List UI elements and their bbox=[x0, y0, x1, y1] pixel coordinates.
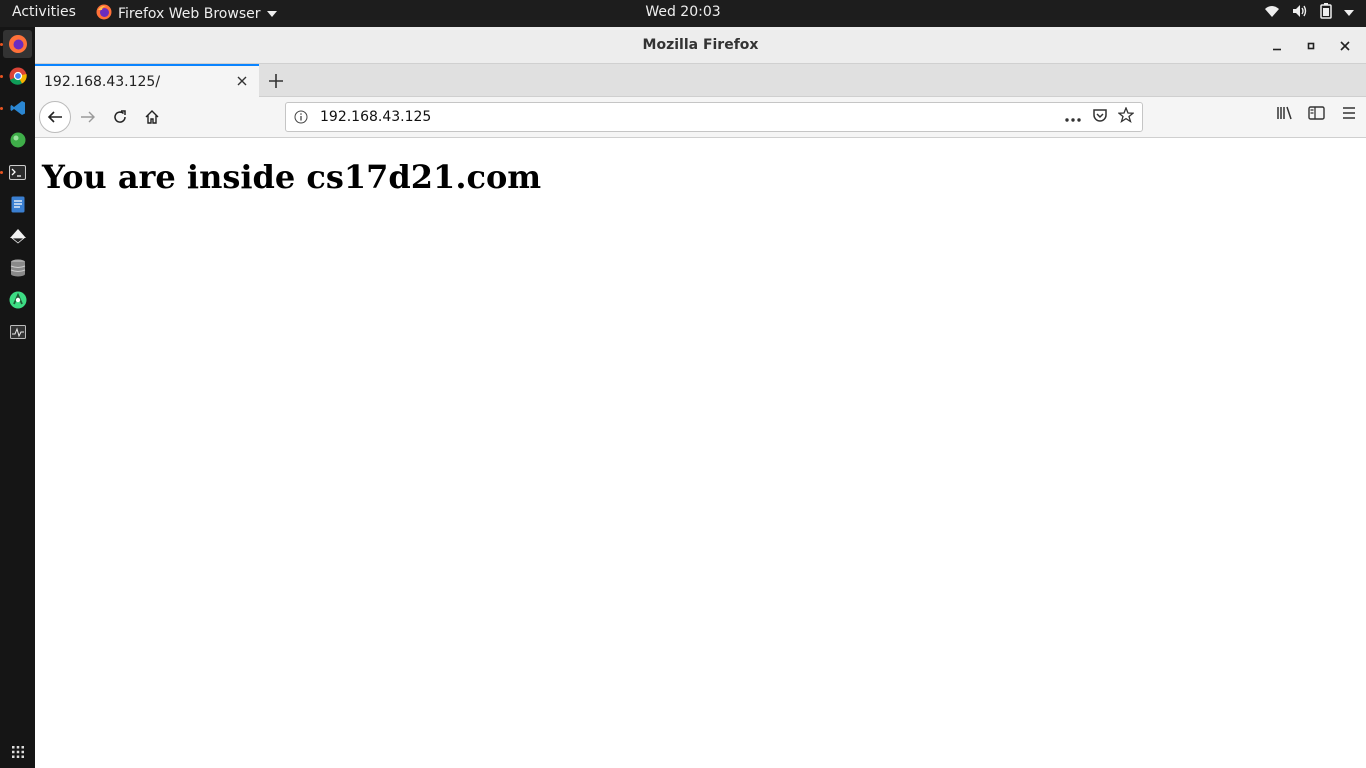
activities-button[interactable]: Activities bbox=[12, 4, 76, 20]
dock-item-android-studio[interactable] bbox=[3, 286, 32, 314]
dock-item-chrome[interactable] bbox=[3, 62, 32, 90]
inkscape-icon bbox=[9, 229, 26, 244]
show-applications-button[interactable] bbox=[3, 738, 32, 766]
arrow-left-icon bbox=[47, 111, 62, 123]
library-icon[interactable] bbox=[1276, 105, 1294, 125]
show-applications-icon bbox=[11, 746, 24, 758]
app-menu-label: Firefox Web Browser bbox=[118, 6, 261, 22]
chevron-down-icon bbox=[1344, 10, 1354, 16]
tab-label: 192.168.43.125/ bbox=[44, 73, 161, 90]
url-text[interactable]: 192.168.43.125 bbox=[320, 109, 1064, 125]
minimize-icon bbox=[1273, 48, 1281, 51]
forward-button[interactable] bbox=[74, 103, 102, 131]
close-icon bbox=[237, 76, 247, 86]
dock bbox=[0, 27, 35, 768]
bookmark-star-icon[interactable] bbox=[1117, 106, 1135, 127]
home-button[interactable] bbox=[138, 103, 166, 131]
top-panel: Activities Firefox Web Browser Wed 20:03 bbox=[0, 0, 1366, 27]
dock-item-database[interactable] bbox=[3, 254, 32, 282]
page-heading: You are inside cs17d21.com bbox=[42, 158, 542, 196]
page-content: You are inside cs17d21.com bbox=[35, 139, 1366, 768]
running-indicator bbox=[0, 75, 3, 78]
system-tray[interactable] bbox=[1264, 3, 1354, 23]
firefox-icon bbox=[96, 4, 112, 24]
reload-button[interactable] bbox=[106, 103, 134, 131]
window-titlebar[interactable]: Mozilla Firefox bbox=[35, 27, 1366, 64]
app-green-icon bbox=[10, 132, 25, 148]
dock-item-inkscape[interactable] bbox=[3, 222, 32, 250]
firefox-window: Mozilla Firefox 192.168.43.125/ 192.168.… bbox=[35, 27, 1366, 768]
tab-active[interactable]: 192.168.43.125/ bbox=[35, 64, 259, 97]
navigation-toolbar: 192.168.43.125 bbox=[35, 97, 1366, 138]
database-icon bbox=[10, 259, 25, 277]
dock-item-vscode[interactable] bbox=[3, 94, 32, 122]
close-window-button[interactable] bbox=[1334, 35, 1356, 57]
system-monitor-icon bbox=[9, 325, 26, 339]
running-indicator bbox=[0, 107, 3, 110]
maximize-button[interactable] bbox=[1300, 35, 1322, 57]
firefox-icon bbox=[8, 35, 27, 53]
plus-icon bbox=[269, 74, 283, 88]
reload-icon bbox=[114, 110, 126, 123]
dock-item-terminal[interactable] bbox=[3, 158, 32, 186]
dock-item-app[interactable] bbox=[3, 126, 32, 154]
app-menu[interactable]: Firefox Web Browser bbox=[96, 4, 277, 24]
tab-bar: 192.168.43.125/ bbox=[35, 64, 1366, 97]
minimize-button[interactable] bbox=[1266, 35, 1288, 57]
maximize-icon bbox=[1307, 42, 1315, 50]
running-indicator bbox=[0, 171, 3, 174]
text-editor-icon bbox=[11, 196, 24, 212]
site-info-icon[interactable] bbox=[286, 110, 316, 124]
close-tab-button[interactable] bbox=[235, 74, 249, 92]
sidebar-icon[interactable] bbox=[1308, 105, 1326, 125]
arrow-right-icon bbox=[81, 111, 95, 123]
vscode-icon bbox=[10, 101, 25, 115]
page-actions-icon[interactable] bbox=[1064, 108, 1082, 127]
clock[interactable]: Wed 20:03 bbox=[645, 4, 720, 20]
new-tab-button[interactable] bbox=[265, 70, 287, 92]
home-icon bbox=[145, 110, 159, 124]
android-studio-icon bbox=[9, 291, 26, 309]
window-title: Mozilla Firefox bbox=[642, 37, 759, 53]
dock-item-text-editor[interactable] bbox=[3, 190, 32, 218]
pocket-icon[interactable] bbox=[1092, 107, 1108, 127]
close-icon bbox=[1340, 41, 1350, 51]
chevron-down-icon bbox=[266, 11, 277, 17]
dock-item-system-monitor[interactable] bbox=[3, 318, 32, 346]
back-button[interactable] bbox=[39, 101, 71, 133]
url-bar[interactable]: 192.168.43.125 bbox=[285, 102, 1143, 132]
wifi-icon bbox=[1264, 4, 1280, 22]
running-indicator bbox=[0, 43, 3, 46]
terminal-icon bbox=[9, 164, 26, 180]
chrome-icon bbox=[9, 67, 27, 85]
volume-icon bbox=[1292, 4, 1308, 22]
battery-icon bbox=[1320, 3, 1332, 23]
hamburger-menu-icon[interactable] bbox=[1340, 105, 1358, 125]
dock-item-firefox[interactable] bbox=[3, 30, 32, 58]
